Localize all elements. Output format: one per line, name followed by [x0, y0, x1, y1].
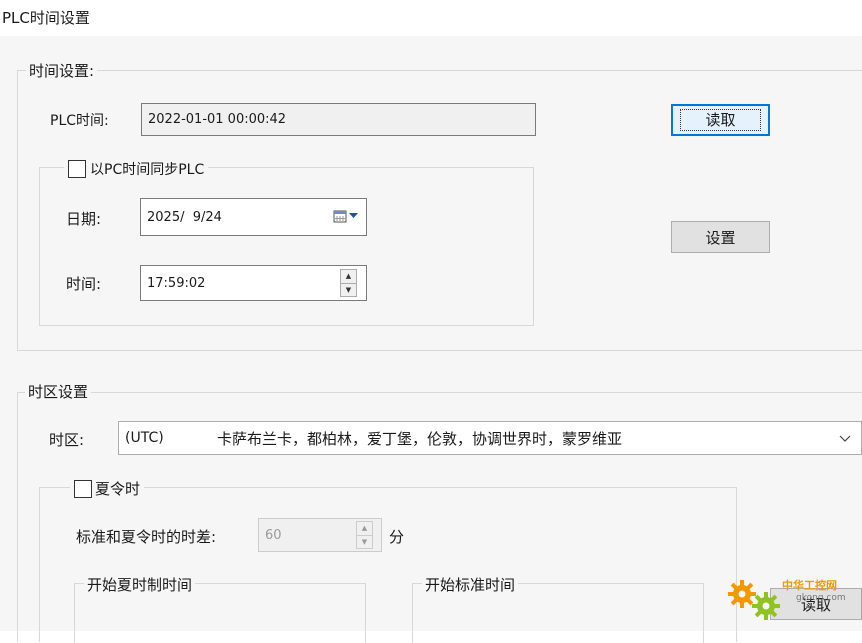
dst-checkbox[interactable] [74, 479, 92, 498]
sync-legend: 以PC时间同步PLC [64, 159, 209, 179]
sync-checkbox-label: 以PC时间同步PLC [90, 162, 205, 178]
watermark-name: 中华工控网 [782, 579, 837, 592]
time-value: 17:59:02 [147, 275, 206, 291]
sync-checkbox[interactable] [68, 160, 86, 178]
date-label: 日期: [66, 210, 102, 228]
timezone-value: 卡萨布兰卡，都柏林，爱丁堡，伦敦，协调世界时，蒙罗维亚 [217, 429, 623, 448]
time-settings-legend: 时间设置: [26, 60, 98, 81]
gear-logo-icon [728, 580, 780, 620]
sync-group [39, 167, 534, 326]
plc-time-field: 2022-01-01 00:00:42 [141, 103, 536, 136]
spinner-down-icon[interactable]: ▼ [341, 284, 356, 297]
plc-time-label: PLC时间: [50, 113, 109, 129]
calendar-icon [333, 210, 347, 223]
watermark-url: gkong.com [796, 593, 846, 603]
date-value: 2025/ 9/24 [147, 209, 222, 225]
chevron-down-icon [349, 213, 358, 218]
spinner-up-icon[interactable]: ▲ [341, 270, 356, 284]
chevron-down-icon[interactable] [839, 435, 851, 443]
title-bar: PLC时间设置 [0, 0, 862, 36]
time-label: 时间: [66, 275, 102, 293]
timezone-label: 时区: [49, 431, 85, 449]
time-picker[interactable]: 17:59:02 [140, 265, 367, 301]
calendar-dropdown-icon[interactable] [333, 209, 358, 223]
dst-offset-label: 标准和夏令时的时差: [76, 528, 217, 546]
read-button-label: 读取 [680, 109, 761, 131]
spinner-up-icon[interactable]: ▲ [357, 522, 372, 536]
dst-offset-spinner[interactable]: ▲ ▼ [356, 521, 373, 549]
watermark-logo: 中华工控网 gkong.com [726, 574, 856, 624]
read-button[interactable]: 读取 [671, 104, 770, 136]
start-dst-legend: 开始夏时制时间 [84, 574, 196, 595]
start-std-legend: 开始标准时间 [422, 574, 519, 595]
timezone-select[interactable]: (UTC) 卡萨布兰卡，都柏林，爱丁堡，伦敦，协调世界时，蒙罗维亚 [118, 421, 862, 455]
spinner-down-icon[interactable]: ▼ [357, 536, 372, 549]
dst-legend: 夏令时 [70, 478, 145, 499]
set-button[interactable]: 设置 [671, 221, 770, 253]
time-spinner[interactable]: ▲ ▼ [340, 269, 357, 297]
dst-checkbox-label: 夏令时 [95, 480, 141, 498]
date-picker[interactable]: 2025/ 9/24 [140, 198, 367, 236]
window-title: PLC时间设置 [2, 9, 90, 27]
timezone-settings-legend: 时区设置 [25, 381, 92, 402]
timezone-prefix: (UTC) [125, 430, 164, 446]
dst-offset-value: 60 [265, 527, 282, 543]
dst-offset-unit: 分 [389, 528, 405, 546]
